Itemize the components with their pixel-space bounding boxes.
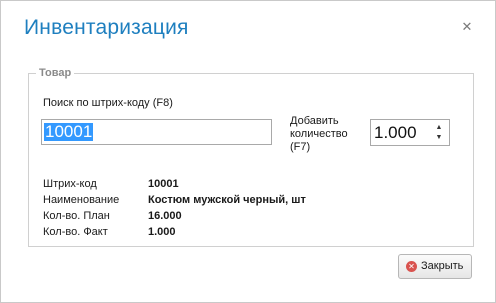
plan-qty-value: 16.000 bbox=[148, 210, 182, 222]
dialog-title: Инвентаризация bbox=[24, 16, 189, 39]
barcode-search-value: 10001 bbox=[44, 122, 94, 141]
decrement-chevron-down-icon[interactable]: ▼ bbox=[434, 134, 444, 142]
plan-qty-label: Кол-во. План bbox=[43, 210, 110, 222]
inventory-dialog: Инвентаризация ✕ Товар Поиск по штрих-ко… bbox=[0, 0, 496, 303]
close-button[interactable]: ✕ Закрыть bbox=[398, 254, 472, 279]
add-quantity-label: Добавить количество (F7) bbox=[290, 115, 348, 153]
close-button-label: Закрыть bbox=[421, 260, 464, 272]
barcode-search-input[interactable]: 10001 bbox=[41, 119, 272, 145]
fact-qty-value: 1.000 bbox=[148, 226, 176, 238]
cancel-icon: ✕ bbox=[406, 261, 417, 272]
quantity-stepper[interactable]: 1.000 ▲ ▼ bbox=[370, 119, 450, 146]
quantity-value: 1.000 bbox=[374, 123, 417, 142]
close-icon[interactable]: ✕ bbox=[457, 17, 477, 37]
product-group-legend: Товар bbox=[36, 66, 75, 80]
barcode-search-label: Поиск по штрих-коду (F8) bbox=[43, 97, 173, 109]
barcode-value: 10001 bbox=[148, 178, 179, 190]
fact-qty-label: Кол-во. Факт bbox=[43, 226, 108, 238]
product-name-value: Костюм мужской черный, шт bbox=[148, 194, 306, 206]
barcode-label: Штрих-код bbox=[43, 178, 97, 190]
increment-chevron-up-icon[interactable]: ▲ bbox=[434, 124, 444, 132]
product-name-label: Наименование bbox=[43, 194, 120, 206]
